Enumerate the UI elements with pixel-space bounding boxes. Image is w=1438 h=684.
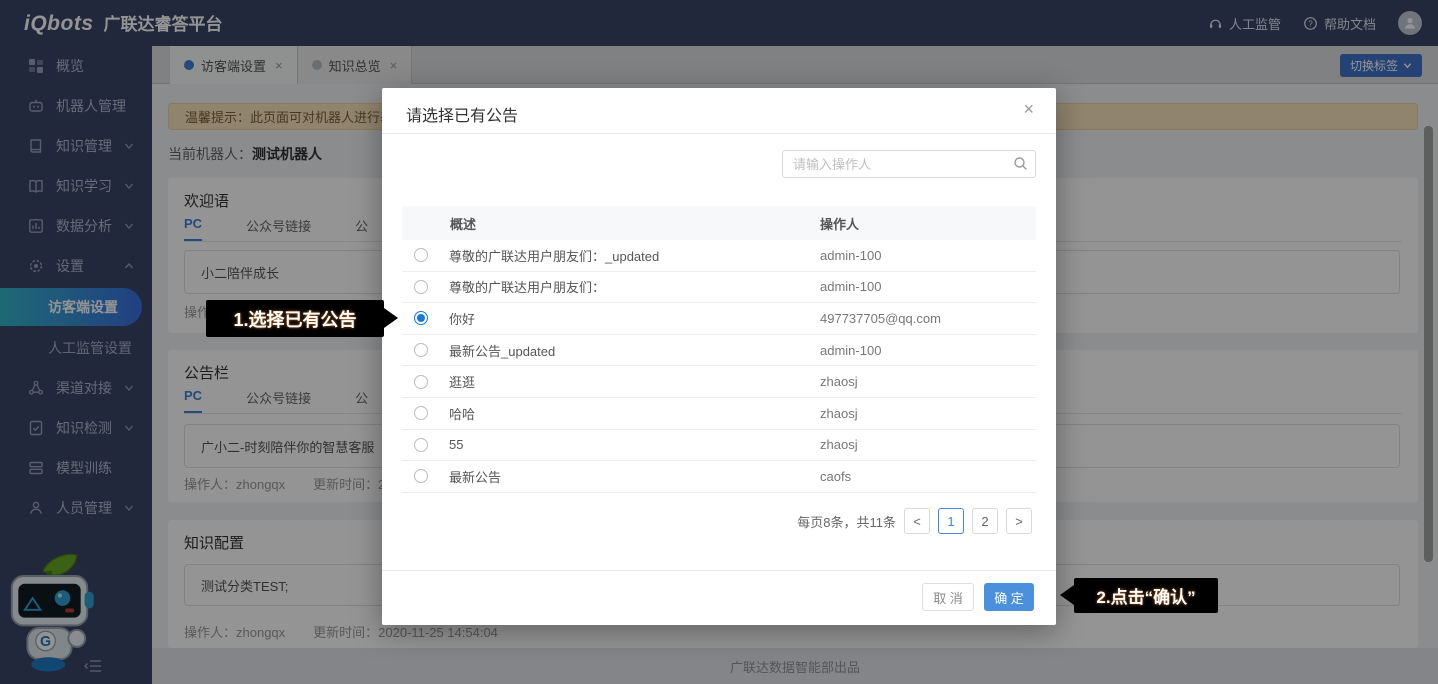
row-operator: admin-100 [820, 343, 1036, 358]
row-radio[interactable] [414, 375, 428, 389]
row-radio[interactable] [414, 469, 428, 483]
row-radio[interactable] [414, 248, 428, 262]
row-operator: 497737705@qq.com [820, 311, 1036, 326]
row-summary: 哈哈 [449, 404, 475, 423]
row-summary: 你好 [449, 309, 475, 328]
table-row[interactable]: 最新公告_updated admin-100 [402, 335, 1036, 367]
app-window: iQbots 广联达睿答平台 人工监管?帮助文档 概览机器人管理知识管理知识学习… [0, 0, 1438, 684]
page-scrollbar[interactable] [1424, 126, 1433, 562]
dialog-footer: 取 消 确 定 [382, 570, 1056, 625]
row-radio-selected[interactable] [414, 311, 428, 325]
announcement-table: 概述 操作人 尊敬的广联达用户朋友们：_updatedadmin-100尊敬的广… [402, 206, 1036, 493]
cancel-button[interactable]: 取 消 [922, 583, 974, 611]
row-summary: 55 [449, 437, 463, 452]
dialog-title: 请选择已有公告 [406, 102, 518, 126]
pagination-page-1[interactable]: 1 [938, 508, 964, 534]
operator-search [782, 150, 1036, 178]
select-announcement-dialog: 请选择已有公告 × 概述 操作人 尊敬的广联达用户朋友们：_updatedadm… [382, 88, 1056, 625]
close-icon[interactable]: × [1023, 100, 1034, 118]
table-row[interactable]: 最新公告 caofs [402, 461, 1036, 493]
row-summary: 最新公告_updated [449, 341, 555, 360]
row-radio[interactable] [414, 406, 428, 420]
row-radio[interactable] [414, 343, 428, 357]
confirm-button[interactable]: 确 定 [984, 583, 1034, 611]
row-operator: zhaosj [820, 406, 1036, 421]
pagination: 每页8条，共11条 <12 > [797, 508, 1032, 534]
search-input[interactable] [782, 150, 1036, 178]
pagination-next-icon[interactable]: > [1006, 508, 1032, 534]
table-row[interactable]: 你好 497737705@qq.com [402, 303, 1036, 335]
pagination-info: 每页8条，共11条 [797, 512, 896, 531]
row-radio[interactable] [414, 438, 428, 452]
table-row[interactable]: 55 zhaosj [402, 430, 1036, 462]
tutorial-step-1: 1.选择已有公告 [206, 300, 384, 337]
row-operator: zhaosj [820, 437, 1036, 452]
tutorial-step-2: 2.点击“确认” [1074, 578, 1218, 613]
table-row[interactable]: 尊敬的广联达用户朋友们：_updated admin-100 [402, 240, 1036, 272]
column-operator: 操作人 [820, 214, 1036, 233]
row-operator: admin-100 [820, 279, 1036, 294]
row-summary: 尊敬的广联达用户朋友们： [449, 277, 605, 296]
row-summary: 尊敬的广联达用户朋友们：_updated [449, 246, 659, 265]
row-operator: admin-100 [820, 248, 1036, 263]
row-radio[interactable] [414, 280, 428, 294]
table-header: 概述 操作人 [402, 206, 1036, 240]
row-summary: 最新公告 [449, 467, 501, 486]
table-row[interactable]: 逛逛 zhaosj [402, 366, 1036, 398]
dialog-header: 请选择已有公告 × [382, 88, 1056, 134]
column-summary: 概述 [450, 214, 476, 233]
row-summary: 逛逛 [449, 372, 475, 391]
pagination-prev-icon[interactable]: < [904, 508, 930, 534]
search-icon[interactable] [1013, 156, 1028, 171]
table-row[interactable]: 尊敬的广联达用户朋友们： admin-100 [402, 272, 1036, 304]
row-operator: zhaosj [820, 374, 1036, 389]
pagination-page-2[interactable]: 2 [972, 508, 998, 534]
row-operator: caofs [820, 469, 1036, 484]
table-row[interactable]: 哈哈 zhaosj [402, 398, 1036, 430]
